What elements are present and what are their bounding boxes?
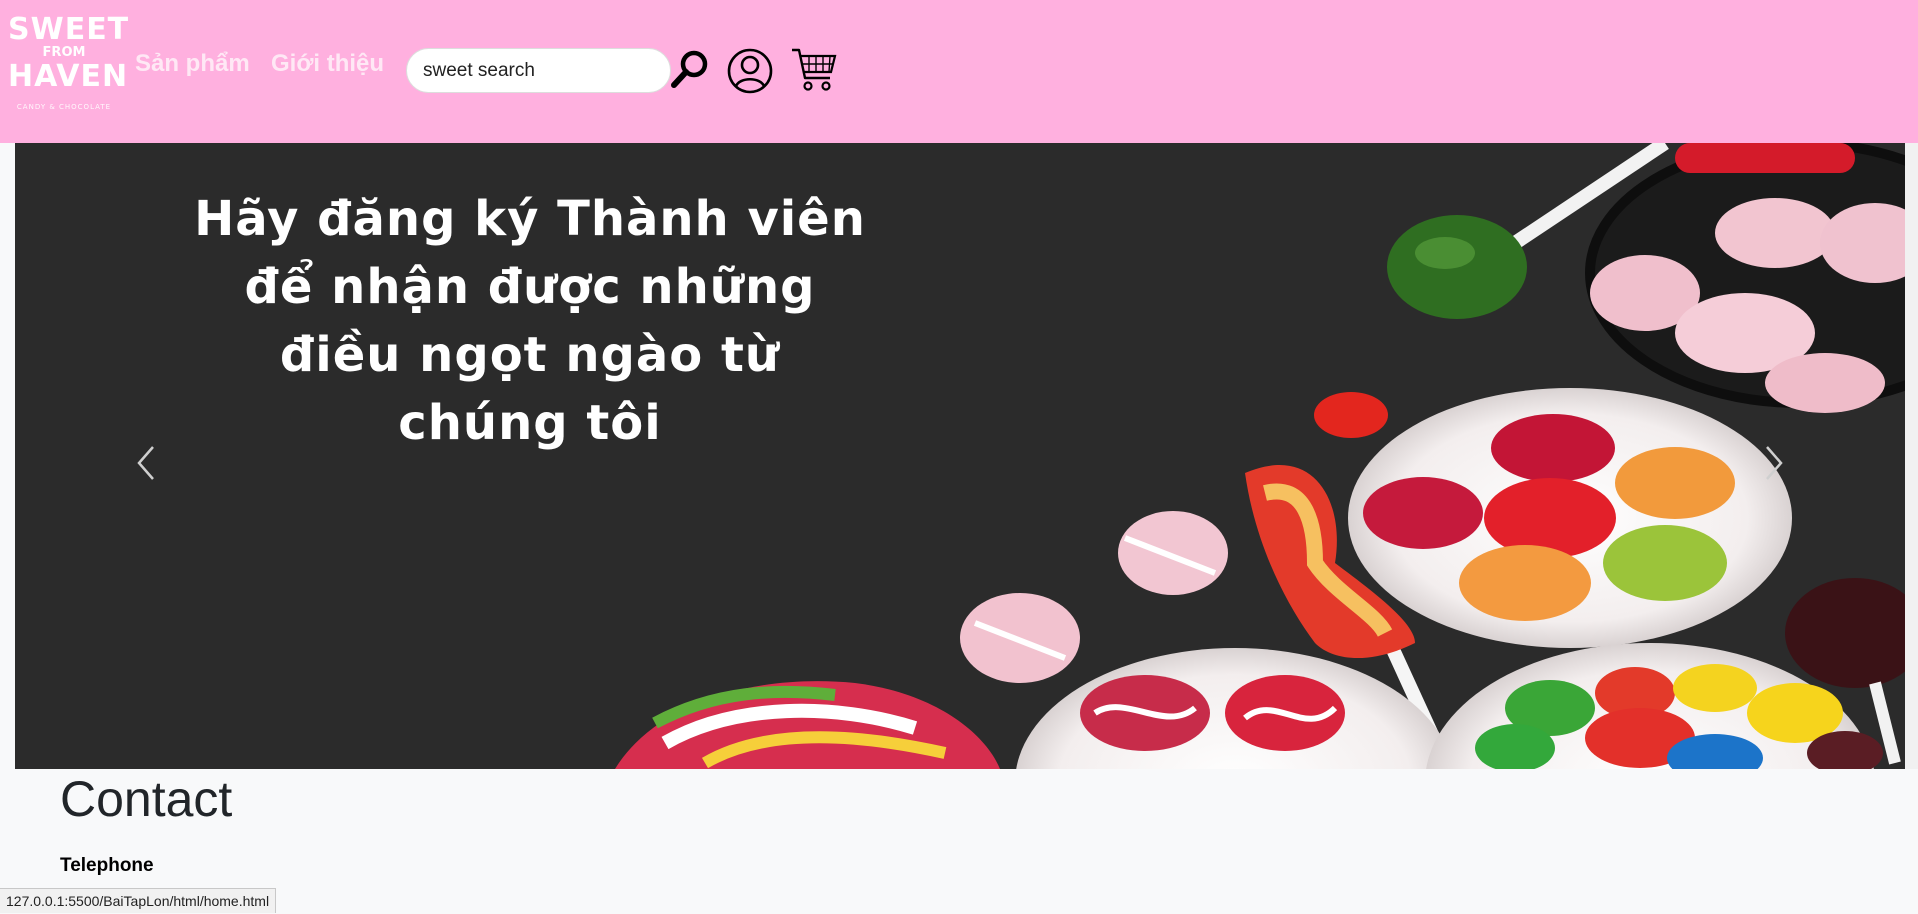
search-input[interactable] [406,48,671,93]
logo-line-3: HAVEN [8,59,129,94]
carousel-next-icon[interactable] [1755,433,1795,493]
telephone-label: Telephone [60,855,154,876]
contact-title: Contact [60,771,233,827]
site-header: SWEET FROM HAVEN CANDY & CHOCOLATE Sản p… [0,0,1918,143]
hero-carousel: Hãy đăng ký Thành viên để nhận được nhữn… [15,143,1905,769]
user-icon[interactable] [726,47,774,95]
scrollbar[interactable] [1905,143,1918,769]
hero-line: chúng tôi [398,395,662,451]
cart-icon[interactable] [790,46,838,94]
hero-line: để nhận được những [244,259,816,315]
logo-line-2: FROM [42,45,86,60]
status-bar-url: 127.0.0.1:5500/BaiTapLon/html/home.html [0,888,277,913]
nav-products-link[interactable]: Sản phẩm [135,50,250,78]
hero-heading: Hãy đăng ký Thành viên để nhận được nhữn… [150,185,910,457]
search-icon[interactable] [669,48,711,90]
logo-line-1: SWEET [8,12,130,47]
carousel-prev-icon[interactable] [125,433,165,493]
nav-about-link[interactable]: Giới thiệu [271,50,384,78]
site-logo[interactable]: SWEET FROM HAVEN CANDY & CHOCOLATE [8,12,130,126]
hero-line: Hãy đăng ký Thành viên [194,191,866,247]
logo-tagline: CANDY & CHOCOLATE [16,103,112,111]
hero-line: điều ngọt ngào từ [279,327,781,383]
